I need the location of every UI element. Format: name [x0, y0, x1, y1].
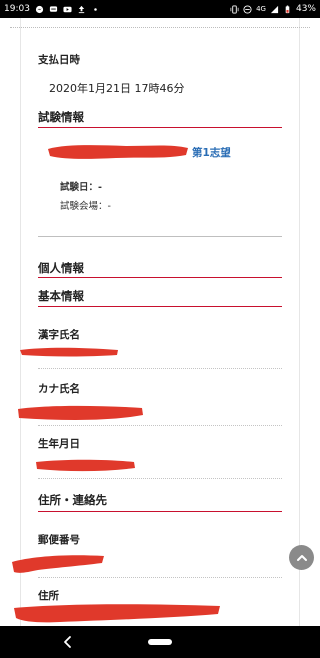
exam-info-title: 試験情報 — [38, 110, 84, 124]
chat-icon — [49, 5, 58, 12]
page-content[interactable]: 支払日時 2020年1月21日 17時46分 試験情報 第1志望 試験日：- 試… — [0, 18, 320, 626]
system-navigation-bar — [0, 626, 320, 658]
basic-info-rule — [38, 306, 282, 307]
first-choice-label: 第1志望 — [192, 147, 231, 159]
address-contact-rule — [38, 511, 282, 512]
payment-date-label: 支払日時 — [38, 54, 80, 66]
top-divider — [10, 27, 310, 28]
kana-name-divider — [38, 425, 282, 426]
scroll-to-top-button[interactable] — [289, 545, 314, 570]
personal-info-title: 個人情報 — [38, 261, 84, 275]
battery-icon — [285, 5, 290, 13]
chevron-up-icon — [296, 554, 307, 561]
youtube-icon — [63, 6, 72, 12]
redaction-kana-name — [18, 405, 143, 420]
do-not-disturb-icon — [243, 4, 252, 14]
network-type: 4G — [256, 5, 266, 13]
redaction-kanji-name — [20, 347, 118, 357]
notification-dot-icon — [94, 7, 97, 11]
redaction-birthdate — [36, 459, 135, 472]
exam-info-rule — [38, 127, 282, 128]
vibrate-icon — [230, 4, 239, 14]
exam-bottom-rule — [38, 236, 282, 237]
birthdate-divider — [38, 478, 282, 479]
status-time: 19:03 — [4, 4, 30, 14]
postal-code-label: 郵便番号 — [38, 534, 80, 546]
redaction-address — [14, 604, 220, 623]
personal-info-rule — [38, 277, 282, 278]
redaction-exam-name — [48, 145, 188, 159]
kanji-name-divider — [38, 368, 282, 369]
postal-code-divider — [38, 577, 282, 578]
status-bar: 19:03 4G 43% — [0, 0, 320, 18]
battery-level: 43% — [295, 4, 316, 14]
kana-name-label: カナ氏名 — [38, 383, 80, 395]
upload-icon — [78, 5, 85, 13]
kanji-name-label: 漢字氏名 — [38, 329, 80, 341]
back-chevron-icon[interactable] — [60, 634, 76, 650]
basic-info-title: 基本情報 — [38, 289, 84, 303]
exam-date-label: 試験日：- — [60, 182, 102, 193]
exam-venue-label: 試験会場：- — [60, 201, 111, 212]
home-pill-button[interactable] — [148, 639, 172, 645]
address-contact-title: 住所・連絡先 — [38, 493, 107, 507]
birthdate-label: 生年月日 — [38, 438, 80, 450]
payment-date-value: 2020年1月21日 17時46分 — [49, 82, 185, 95]
redaction-postal-code — [12, 555, 104, 573]
messenger-icon — [35, 5, 44, 13]
signal-icon — [270, 5, 279, 13]
